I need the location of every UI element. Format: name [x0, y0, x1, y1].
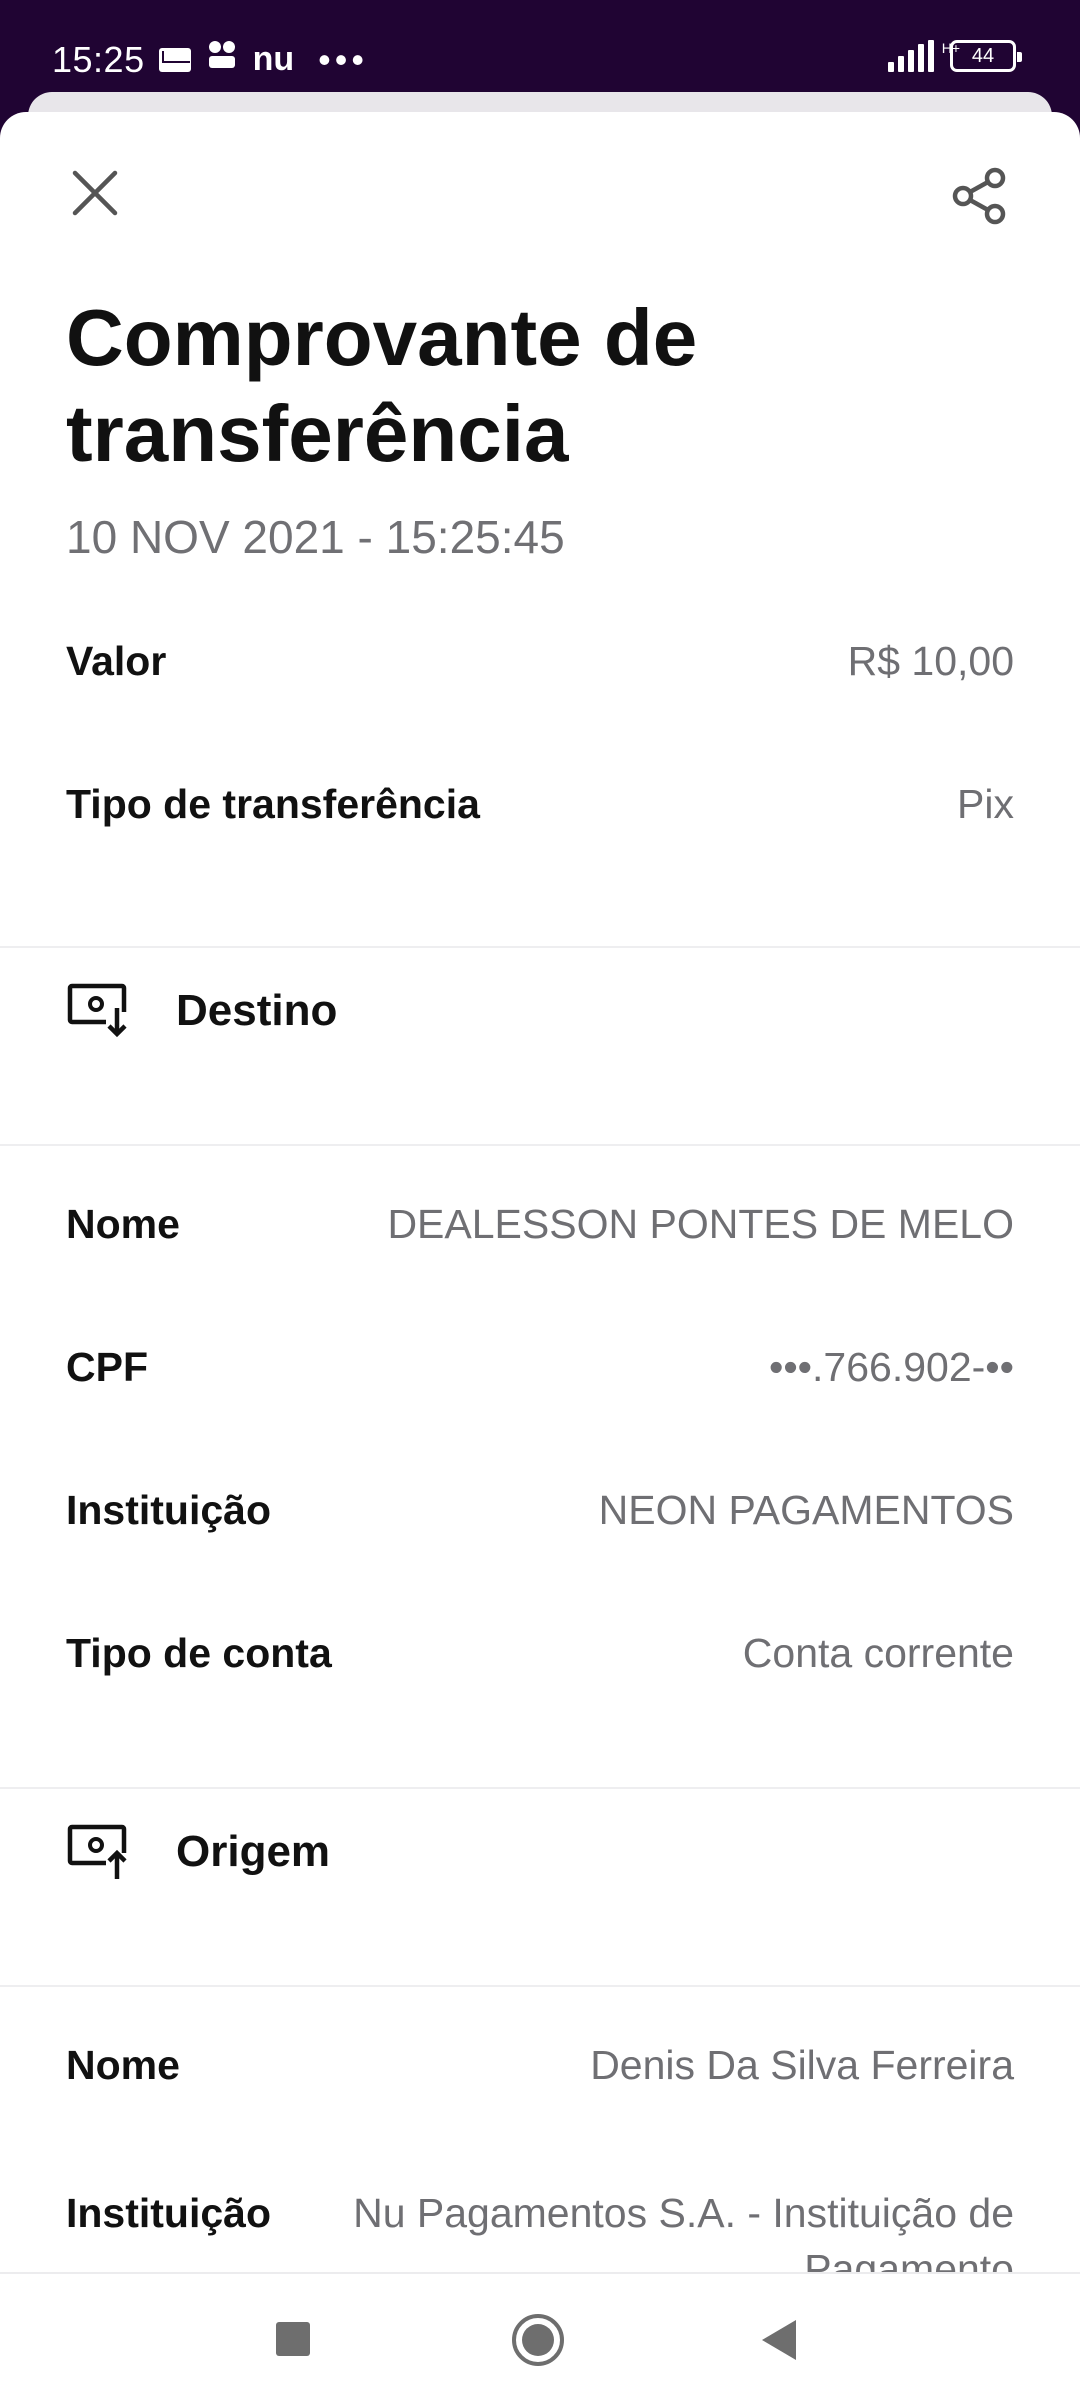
row-label: Instituição: [66, 1487, 272, 1533]
account-receive-icon: [66, 976, 132, 1042]
row-value: NEON PAGAMENTOS: [598, 1487, 1014, 1533]
divider: [0, 1144, 1080, 1146]
destino-row-nome: Nome DEALESSON PONTES DE MELO: [0, 1175, 1080, 1275]
row-label: CPF: [66, 1344, 148, 1390]
recents-button[interactable]: [276, 2322, 310, 2356]
origem-row-instituicao: Instituição Nu Pagamentos S.A. - Institu…: [0, 2159, 1080, 2272]
destino-row-instituicao: Instituição NEON PAGAMENTOS: [0, 1461, 1080, 1561]
top-bar: [0, 112, 1080, 262]
back-button[interactable]: [762, 2320, 796, 2360]
receipt-sheet: Comprovante de transferência 10 NOV 2021…: [0, 112, 1080, 2272]
close-button[interactable]: [60, 158, 130, 228]
row-label: Valor: [66, 638, 167, 684]
row-value: Denis Da Silva Ferreira: [590, 2042, 1014, 2088]
overflow-dots-icon: •••: [318, 38, 368, 80]
row-value: R$ 10,00: [847, 638, 1014, 684]
summary-row-value: Valor R$ 10,00: [0, 612, 1080, 712]
summary-row-type: Tipo de transferência Pix: [0, 755, 1080, 855]
row-value: DEALESSON PONTES DE MELO: [387, 1201, 1014, 1247]
battery-level: 44: [971, 44, 995, 67]
close-icon: [72, 170, 118, 216]
row-label: Nome: [66, 1201, 180, 1247]
divider: [0, 1985, 1080, 1987]
section-destino: Destino: [0, 948, 1080, 1078]
share-button[interactable]: [942, 158, 1018, 234]
transfer-datetime: 10 NOV 2021 - 15:25:45: [66, 511, 565, 563]
section-title: Origem: [176, 1827, 331, 1876]
section-origem: Origem: [0, 1789, 1080, 1919]
row-label: Instituição: [66, 2190, 272, 2236]
community-icon: [205, 38, 239, 81]
mail-icon: [158, 47, 191, 72]
row-label: Tipo de transferência: [66, 781, 480, 827]
share-icon: [952, 167, 1006, 225]
status-time: 15:25: [52, 38, 145, 80]
row-value: Pix: [957, 781, 1014, 827]
status-bar-right: 44: [888, 40, 1022, 72]
account-send-icon: [66, 1817, 132, 1883]
page-title: Comprovante de transferência: [66, 293, 698, 478]
row-value: Nu Pagamentos S.A. - Instituição de Paga…: [353, 2190, 1014, 2272]
battery-icon: 44: [950, 40, 1022, 72]
row-value: •••.766.902-••: [768, 1344, 1014, 1390]
nubank-icon: nu: [252, 40, 295, 78]
destino-row-cpf: CPF •••.766.902-••: [0, 1318, 1080, 1418]
row-label: Nome: [66, 2042, 180, 2088]
section-title: Destino: [176, 986, 338, 1035]
origem-row-nome: Nome Denis Da Silva Ferreira: [0, 2016, 1080, 2116]
destino-row-tipo-conta: Tipo de conta Conta corrente: [0, 1604, 1080, 1704]
system-nav-bar: [0, 2272, 1080, 2400]
status-bar-left: 15:25 nu •••: [52, 38, 368, 81]
row-label: Tipo de conta: [66, 1630, 332, 1676]
home-button[interactable]: [512, 2314, 564, 2366]
row-value: Conta corrente: [742, 1630, 1014, 1676]
signal-icon: [888, 40, 934, 72]
